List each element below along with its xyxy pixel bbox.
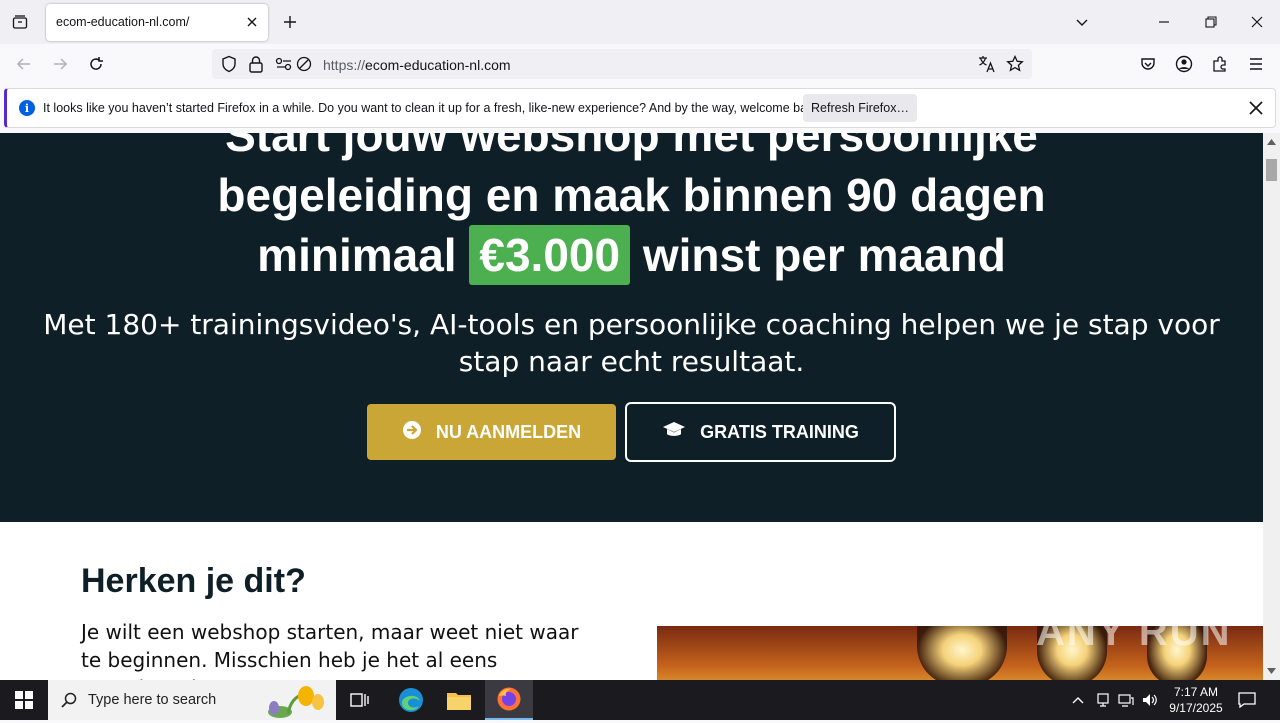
graduation-cap-icon	[662, 421, 686, 444]
ethernet-icon[interactable]	[1116, 690, 1136, 710]
hero-highlight-amount: €3.000	[469, 225, 631, 285]
info-icon: i	[19, 100, 35, 116]
bookmark-star-icon[interactable]	[1006, 54, 1024, 78]
task-view-icon[interactable]	[336, 680, 384, 720]
windows-taskbar: Type here to search 7:17 AM 9/17/2025	[0, 680, 1280, 720]
active-tab[interactable]: ecom-education-nl.com/	[46, 4, 268, 41]
signup-button[interactable]: NU AANMELDEN	[367, 404, 616, 460]
recognition-section: Herken je dit? Je wilt een webshop start…	[0, 522, 1263, 680]
free-training-button[interactable]: GRATIS TRAINING	[625, 402, 896, 462]
file-explorer-icon[interactable]	[435, 680, 483, 720]
windows-start-icon[interactable]	[0, 680, 48, 720]
translate-icon[interactable]	[978, 55, 996, 78]
tab-title: ecom-education-nl.com/	[56, 15, 190, 29]
notification-close-icon[interactable]	[1247, 99, 1265, 117]
navigation-toolbar: https://ecom-education-nl.com	[0, 44, 1280, 85]
new-tab-icon[interactable]	[280, 12, 300, 32]
hero-title-prefix: minimaal	[257, 229, 457, 281]
url-bar[interactable]: https://ecom-education-nl.com	[212, 49, 1032, 79]
url-domain: ecom-education-nl.com	[365, 57, 511, 73]
arrow-circle-right-icon	[402, 420, 422, 445]
hero-title-line-2: begeleiding en maak binnen 90 dagen	[217, 169, 1046, 221]
back-arrow-icon[interactable]	[12, 52, 36, 76]
refresh-firefox-notification: i It looks like you haven’t started Fire…	[4, 88, 1276, 128]
network-device-icon[interactable]	[1093, 690, 1113, 710]
extensions-icon[interactable]	[1208, 52, 1232, 76]
system-clock[interactable]: 7:17 AM 9/17/2025	[1160, 684, 1232, 716]
lock-icon[interactable]	[248, 55, 264, 78]
page-viewport: Start jouw webshop met persoonlijke bege…	[0, 133, 1280, 680]
restore-icon[interactable]	[1197, 8, 1225, 36]
search-placeholder: Type here to search	[88, 692, 217, 708]
volume-icon[interactable]	[1140, 690, 1160, 710]
notifications-icon[interactable]	[1237, 690, 1257, 710]
edge-browser-icon[interactable]	[387, 680, 435, 720]
autoplay-blocked-icon[interactable]	[296, 56, 312, 77]
url-text[interactable]: https://ecom-education-nl.com	[323, 57, 511, 73]
permissions-icon[interactable]	[274, 56, 294, 77]
chandelier-shape	[917, 626, 1007, 680]
close-window-icon[interactable]	[1243, 8, 1271, 36]
scroll-up-arrow-icon[interactable]	[1266, 136, 1277, 148]
forward-arrow-icon[interactable]	[48, 52, 72, 76]
scrollbar-thumb[interactable]	[1266, 159, 1277, 181]
reload-icon[interactable]	[84, 52, 108, 76]
clock-date: 9/17/2025	[1169, 701, 1223, 715]
hero-title-line-1: Start jouw webshop met persoonlijke	[225, 133, 1038, 161]
tulip-decoration-icon	[260, 684, 332, 723]
hero-title-suffix: winst per maand	[642, 229, 1006, 281]
minimize-icon[interactable]	[1150, 8, 1178, 36]
url-protocol: https://	[323, 57, 366, 73]
taskbar-search-box[interactable]: Type here to search	[48, 680, 336, 720]
tracking-shield-icon[interactable]	[220, 55, 238, 78]
show-hidden-icons-chevron-icon[interactable]	[1068, 690, 1088, 710]
search-icon	[61, 692, 77, 713]
pocket-icon[interactable]	[1136, 52, 1160, 76]
firefox-taskbar-icon[interactable]	[485, 680, 533, 720]
tab-list-icon[interactable]	[8, 10, 32, 34]
app-menu-icon[interactable]	[1244, 52, 1268, 76]
hero-subtitle-line-1: Met 180+ trainingsvideo's, AI-tools en p…	[43, 308, 1220, 341]
notification-message: It looks like you haven’t started Firefo…	[43, 101, 824, 115]
scroll-down-arrow-icon[interactable]	[1266, 665, 1277, 677]
section-paragraph: Je wilt een webshop starten, maar weet n…	[81, 620, 579, 680]
tab-overflow-chevron-icon[interactable]	[1068, 8, 1096, 36]
account-icon[interactable]	[1172, 52, 1196, 76]
tab-close-icon[interactable]	[244, 14, 260, 30]
section-heading: Herken je dit?	[81, 562, 306, 600]
clock-time: 7:17 AM	[1173, 685, 1219, 699]
free-training-button-label: GRATIS TRAINING	[700, 421, 859, 442]
anyrun-watermark: ANY RUN	[1036, 610, 1232, 654]
hero-section: Start jouw webshop met persoonlijke bege…	[0, 133, 1263, 522]
hero-title-line-3: minimaal €3.000 winst per maand	[0, 225, 1263, 285]
signup-button-label: NU AANMELDEN	[435, 421, 582, 442]
page-scrollbar[interactable]	[1263, 133, 1280, 680]
tab-strip: ecom-education-nl.com/	[0, 0, 1280, 44]
hero-subtitle-line-2: stap naar echt resultaat.	[458, 345, 805, 378]
refresh-firefox-button[interactable]: Refresh Firefox…	[803, 94, 917, 122]
